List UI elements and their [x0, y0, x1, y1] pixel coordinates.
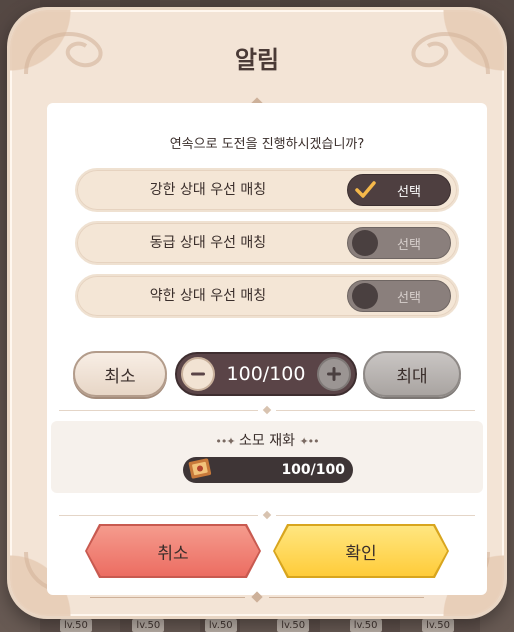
- diamond-icon: [251, 591, 263, 603]
- option-row-strong[interactable]: 강한 상대 우선 매칭 선택: [75, 168, 459, 212]
- toggle-weak[interactable]: 선택: [347, 280, 451, 312]
- level-label: lv.50: [204, 619, 237, 632]
- min-button[interactable]: 최소: [73, 351, 167, 397]
- decrement-button[interactable]: [181, 357, 215, 391]
- level-label: lv.50: [60, 619, 92, 632]
- sparkle-icon: ••✦: [215, 435, 235, 448]
- toggle-equal[interactable]: 선택: [347, 227, 451, 259]
- option-row-weak[interactable]: 약한 상대 우선 매칭 선택: [75, 274, 459, 318]
- increment-button[interactable]: [317, 357, 351, 391]
- sparkle-icon: ✦••: [299, 435, 319, 448]
- section-divider: [59, 510, 475, 520]
- option-label: 강한 상대 우선 매칭: [149, 182, 267, 198]
- minus-icon: [191, 372, 205, 376]
- dialog-title: 알림: [234, 46, 280, 74]
- toggle-knob-icon: [352, 283, 378, 309]
- quantity-value: 100/100: [226, 363, 306, 385]
- level-label: lv.50: [132, 619, 165, 632]
- level-label: lv.50: [349, 619, 382, 632]
- dialog-question: 연속으로 도전을 진행하시겠습니까?: [169, 137, 365, 152]
- level-label: lv.50: [277, 619, 310, 632]
- confirm-button[interactable]: 확인: [275, 526, 447, 576]
- check-icon: [352, 177, 378, 203]
- quantity-stepper: 100/100: [175, 352, 357, 396]
- option-label: 약한 상대 우선 매칭: [149, 288, 267, 304]
- toggle-label: 선택: [397, 184, 421, 200]
- plus-icon: [327, 367, 341, 381]
- ticket-icon: [188, 458, 212, 479]
- cancel-button[interactable]: 취소: [87, 526, 259, 576]
- toggle-label: 선택: [397, 237, 421, 253]
- cost-title-row: ••✦ 소모 재화 ✦••: [51, 430, 483, 450]
- cost-value: 100/100: [281, 462, 345, 478]
- dialog-panel: 연속으로 도전을 진행하시겠습니까? 강한 상대 우선 매칭 선택 동급 상대 …: [47, 103, 487, 595]
- level-label: lv.50: [422, 619, 454, 632]
- alert-dialog: 알림 연속으로 도전을 진행하시겠습니까? 강한 상대 우선 매칭 선택 동급 …: [7, 7, 507, 619]
- cost-bar: 100/100: [183, 457, 353, 483]
- cost-title: 소모 재화: [239, 433, 295, 449]
- option-row-equal[interactable]: 동급 상대 우선 매칭 선택: [75, 221, 459, 265]
- toggle-knob-icon: [352, 230, 378, 256]
- section-divider: [59, 405, 475, 415]
- footer-divider: [90, 591, 424, 603]
- cost-box: ••✦ 소모 재화 ✦•• 100/100: [51, 421, 483, 493]
- max-button[interactable]: 최대: [363, 351, 461, 397]
- toggle-label: 선택: [397, 290, 421, 306]
- option-label: 동급 상대 우선 매칭: [149, 235, 267, 251]
- toggle-strong[interactable]: 선택: [347, 174, 451, 206]
